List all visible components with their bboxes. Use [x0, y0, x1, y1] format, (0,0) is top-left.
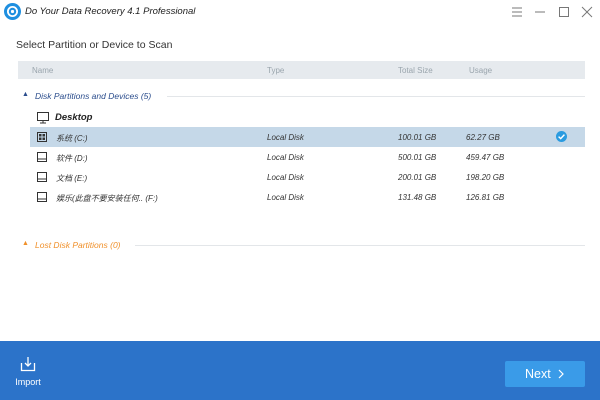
partition-total-size: 200.01 GB: [398, 173, 437, 182]
drive-icon: [37, 172, 47, 182]
partition-row-e[interactable]: 文档 (E:) Local Disk 200.01 GB 198.20 GB: [30, 167, 585, 187]
drive-icon: [37, 152, 47, 162]
drive-icon: [37, 192, 47, 202]
title-bar: Do Your Data Recovery 4.1 Professional: [0, 0, 600, 24]
partition-type: Local Disk: [267, 133, 304, 142]
chevron-right-icon: [558, 369, 564, 379]
divider: [135, 245, 585, 246]
group-disk-partitions-label: Disk Partitions and Devices (5): [35, 91, 152, 101]
divider: [167, 96, 585, 97]
menu-icon[interactable]: [507, 2, 527, 22]
checkmark-icon[interactable]: [556, 131, 567, 142]
system-drive-icon: [37, 132, 47, 142]
partition-usage: 62.27 GB: [466, 133, 500, 142]
next-label: Next: [525, 367, 551, 381]
partition-name: 文档 (E:): [56, 174, 88, 183]
footer-bar: Import Next: [0, 341, 600, 400]
partition-row-f[interactable]: 娱乐(此盘不要安装任何.. (F:) Local Disk 131.48 GB …: [30, 187, 585, 207]
page-heading: Select Partition or Device to Scan: [16, 39, 173, 51]
caret-down-icon[interactable]: ▲: [22, 91, 29, 98]
group-disk-partitions[interactable]: ▲ Disk Partitions and Devices (5): [22, 89, 585, 103]
monitor-icon: [37, 112, 49, 124]
close-icon[interactable]: [577, 2, 597, 22]
partition-name: 娱乐(此盘不要安装任何.. (F:): [56, 194, 158, 203]
column-type[interactable]: Type: [267, 66, 284, 75]
next-button[interactable]: Next: [505, 361, 585, 387]
partition-type: Local Disk: [267, 173, 304, 182]
partition-name: 软件 (D:): [56, 154, 88, 163]
maximize-icon[interactable]: [554, 2, 574, 22]
import-icon: [20, 357, 36, 372]
group-lost-partitions[interactable]: ▲ Lost Disk Partitions (0): [22, 238, 585, 252]
import-label: Import: [15, 377, 41, 387]
partition-total-size: 500.01 GB: [398, 153, 437, 162]
import-button[interactable]: Import: [8, 356, 48, 390]
partition-usage: 198.20 GB: [466, 173, 505, 182]
partition-type: Local Disk: [267, 193, 304, 202]
caret-down-icon[interactable]: ▲: [22, 240, 29, 247]
column-total-size[interactable]: Total Size: [398, 66, 433, 75]
partition-usage: 459.47 GB: [466, 153, 505, 162]
column-header: Name Type Total Size Usage: [18, 61, 585, 79]
column-usage[interactable]: Usage: [469, 66, 492, 75]
partition-total-size: 100.01 GB: [398, 133, 437, 142]
window-title: Do Your Data Recovery 4.1 Professional: [25, 6, 196, 17]
desktop-label: Desktop: [55, 112, 93, 123]
partition-total-size: 131.48 GB: [398, 193, 437, 202]
minimize-icon[interactable]: [530, 2, 550, 22]
partition-type: Local Disk: [267, 153, 304, 162]
column-name[interactable]: Name: [32, 66, 53, 75]
group-lost-partitions-label: Lost Disk Partitions (0): [35, 240, 121, 250]
partition-name: 系统 (C:): [56, 134, 88, 143]
app-logo-icon: [4, 3, 21, 20]
partition-usage: 126.81 GB: [466, 193, 505, 202]
partition-row-c[interactable]: 系统 (C:) Local Disk 100.01 GB 62.27 GB: [30, 127, 585, 147]
partition-row-d[interactable]: 软件 (D:) Local Disk 500.01 GB 459.47 GB: [30, 147, 585, 167]
